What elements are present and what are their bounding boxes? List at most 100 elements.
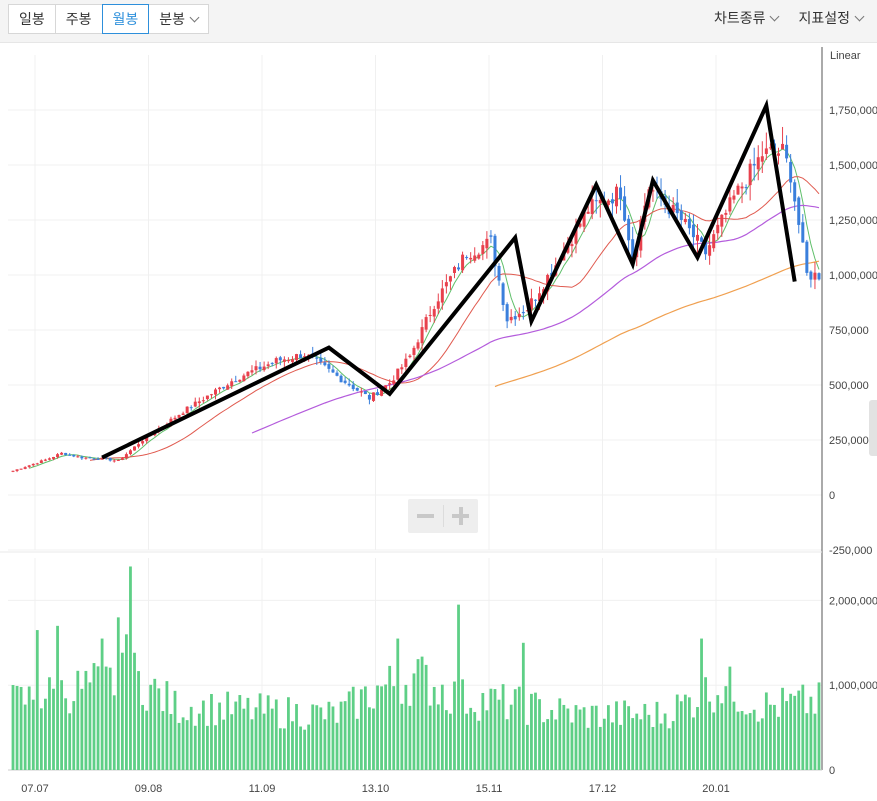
volume-bar <box>461 679 464 770</box>
volume-bar <box>797 690 801 770</box>
volume-bar <box>262 713 266 770</box>
tab-minute-dropdown[interactable]: 분봉 <box>148 4 210 34</box>
volume-bar <box>781 687 784 770</box>
candle-down <box>234 381 238 383</box>
candle-up <box>35 463 39 465</box>
volume-bar <box>704 677 707 770</box>
candle-up <box>56 454 60 458</box>
volume-bar <box>777 716 780 770</box>
candle-up <box>509 316 513 321</box>
candle-up <box>756 157 760 170</box>
volume-bar <box>181 717 185 770</box>
candle-up <box>209 394 213 396</box>
volume-bar <box>400 703 404 770</box>
candle-up <box>440 288 444 303</box>
side-panel-handle[interactable] <box>869 400 877 456</box>
candle-down <box>351 384 355 390</box>
candle-up <box>185 406 189 414</box>
candle-down <box>319 357 323 362</box>
volume-bar <box>214 725 217 770</box>
volume-bar <box>489 688 493 770</box>
tab-daily[interactable]: 일봉 <box>8 4 56 34</box>
indicator-settings-dropdown[interactable]: 지표설정 <box>792 4 869 32</box>
candle-up <box>461 254 465 271</box>
candle-up <box>420 327 424 344</box>
volume-bar <box>659 723 663 770</box>
volume-bar <box>449 713 452 770</box>
candle-up <box>23 467 27 469</box>
candle-up <box>15 469 19 471</box>
volume-bar <box>327 701 331 770</box>
candle-down <box>457 267 461 270</box>
volume-bar <box>347 691 351 770</box>
candle-up <box>226 385 230 390</box>
volume-bar <box>525 724 529 770</box>
volume-bar <box>359 689 363 770</box>
volume-bar <box>635 713 639 770</box>
candle-up <box>266 364 270 367</box>
candle-up <box>720 214 724 227</box>
candle-up <box>614 186 618 207</box>
candle-up <box>230 381 234 387</box>
candle-down <box>465 257 469 259</box>
candle-up <box>740 186 744 189</box>
tab-weekly[interactable]: 주봉 <box>54 4 103 34</box>
chevron-down-icon <box>854 11 865 21</box>
candle-down <box>72 454 76 457</box>
candle-up <box>197 401 201 404</box>
chevron-down-icon <box>189 12 200 22</box>
scale-mode-label: Linear <box>830 50 861 62</box>
volume-bar <box>376 685 379 770</box>
candle-up <box>177 414 181 418</box>
volume-bar <box>299 726 302 770</box>
candle-down <box>88 457 92 459</box>
volume-bar <box>68 713 72 770</box>
volume-bar <box>315 705 319 770</box>
candle-up <box>708 245 712 256</box>
chevron-down-icon <box>770 11 780 21</box>
candle-up <box>485 238 489 249</box>
volume-bar <box>497 699 501 770</box>
zoom-in-button[interactable] <box>444 499 479 533</box>
volume-bar <box>501 684 505 770</box>
tab-monthly[interactable]: 월봉 <box>101 4 150 34</box>
candle-up <box>732 195 736 200</box>
x-tick-label: 09.08 <box>135 783 163 795</box>
volume-bar <box>793 695 797 770</box>
volume-bar <box>15 685 19 770</box>
volume-bar <box>234 701 238 770</box>
zoom-out-button[interactable] <box>408 499 443 533</box>
volume-tick-label: 2,000,000 <box>829 595 877 607</box>
candle-down <box>700 237 704 242</box>
minus-icon <box>416 514 434 518</box>
candle-up <box>473 255 477 261</box>
volume-bar <box>712 712 716 770</box>
price-tick-label: 1,250,000 <box>829 215 877 227</box>
candle-down <box>610 199 614 204</box>
candle-up <box>781 143 785 150</box>
volume-bar <box>368 707 371 770</box>
volume-bar <box>619 724 622 770</box>
volume-bar <box>266 695 270 770</box>
candle-up <box>716 224 720 234</box>
volume-bar <box>582 707 586 770</box>
candle-down <box>327 364 331 369</box>
candle-up <box>242 375 246 382</box>
volume-bar <box>805 713 809 770</box>
volume-bar <box>785 701 788 770</box>
candle-up <box>436 301 440 309</box>
price-volume-chart[interactable]: Linear -250,000 0 250,000 500,000 750,000 1,00… <box>0 42 877 801</box>
chart-type-dropdown[interactable]: 차트종류 <box>708 4 785 32</box>
volume-bar <box>469 707 473 770</box>
volume-bar <box>542 722 545 770</box>
volume-bar <box>473 712 477 770</box>
volume-bar <box>388 665 392 770</box>
volume-bar <box>756 721 760 770</box>
volume-bar <box>623 700 626 770</box>
candle-up <box>27 465 31 467</box>
candle-up <box>371 392 375 401</box>
volume-bar <box>752 709 756 770</box>
volume-bar <box>789 693 793 770</box>
volume-bar <box>692 717 695 770</box>
volume-bar <box>521 642 525 770</box>
